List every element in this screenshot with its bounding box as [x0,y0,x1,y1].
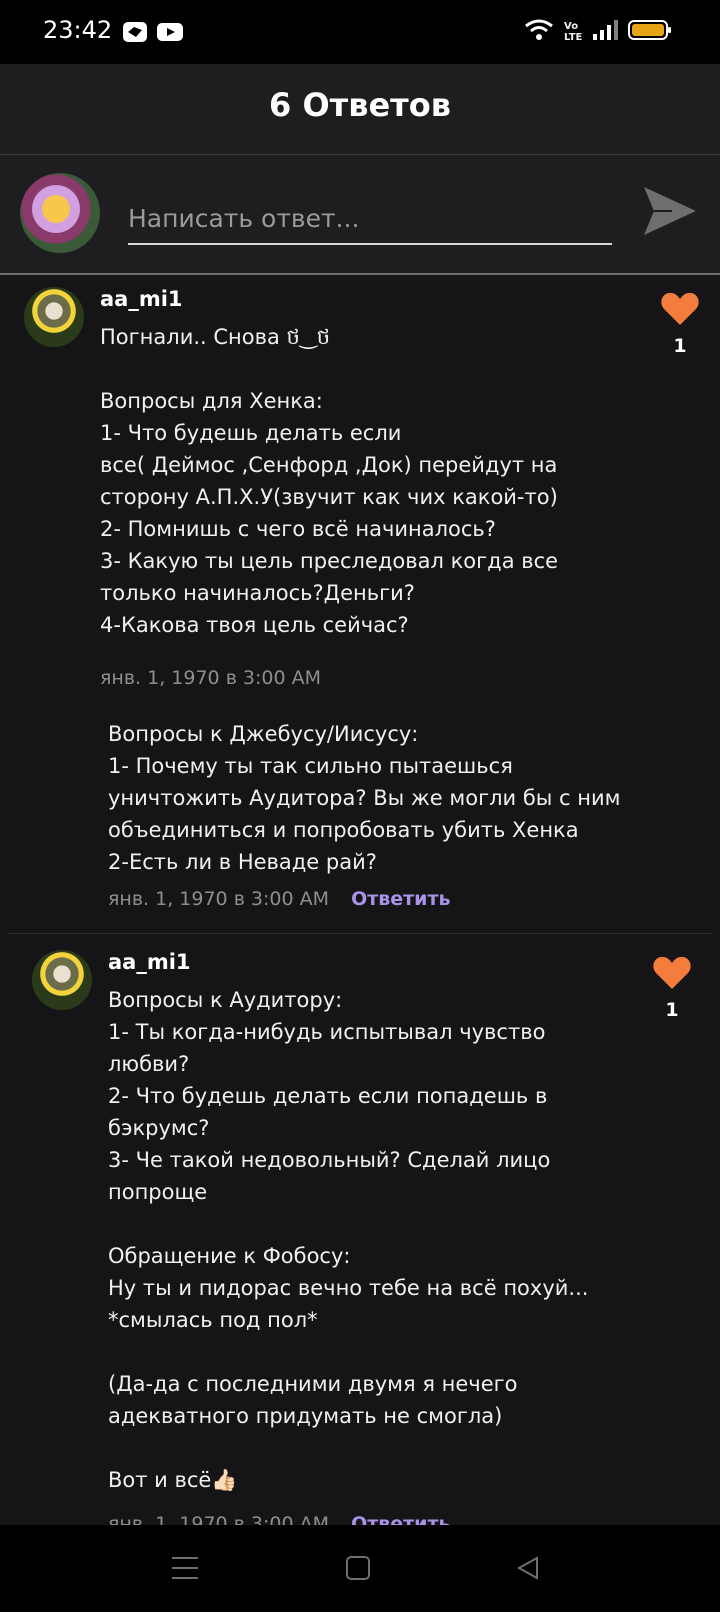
avatar[interactable] [24,287,84,347]
menu-icon [172,1557,198,1579]
like-button[interactable] [660,291,700,327]
heart-icon [661,292,699,325]
youtube-icon [156,20,184,48]
comment-meta: янв. 1, 1970 в 3:00 AM Ответить [108,888,451,910]
battery-icon [628,18,672,46]
heart-icon [653,956,691,989]
timestamp: янв. 1, 1970 в 3:00 AM [108,888,330,910]
notification-icons [122,20,184,48]
timestamp: янв. 1, 1970 в 3:00 AM [100,667,322,689]
app-notification-icon [122,20,148,48]
send-icon [644,187,696,235]
username[interactable]: aa_mi1 [100,287,183,311]
comment-text: Погнали.. Снова ថ‿ថ Вопросы для Хенка: 1… [100,325,559,637]
signal-icon [592,19,618,45]
back-icon [516,1556,538,1580]
like-count: 1 [673,335,687,357]
username[interactable]: aa_mi1 [108,950,191,974]
status-time: 23:42 [43,16,113,44]
home-icon [346,1556,370,1580]
wifi-icon [524,18,554,46]
comment-text: Вопросы к Джебусу/Иисусу: 1- Почему ты т… [108,722,621,874]
like-button[interactable] [652,955,692,991]
reply-link[interactable]: Ответить [351,888,450,910]
status-bar: 23:42 Vo LTE [0,0,720,64]
page-title: 6 Ответов [269,86,451,124]
home-button[interactable] [345,1555,371,1585]
menu-button[interactable] [172,1555,198,1585]
like-count: 1 [665,999,679,1021]
back-button[interactable] [515,1555,541,1585]
reply-input[interactable] [128,193,612,245]
send-button[interactable] [642,183,698,239]
avatar[interactable] [32,950,92,1010]
replies-header: 6 Ответов [0,64,720,155]
volte-label: Vo LTE [564,21,583,43]
reply-composer [0,155,720,275]
current-user-avatar [20,173,100,253]
comment-text: Вопросы к Аудитору: 1- Ты когда-нибудь и… [108,988,589,1492]
system-nav-bar [0,1525,720,1612]
divider [8,933,712,934]
status-indicators: Vo LTE [524,18,672,46]
